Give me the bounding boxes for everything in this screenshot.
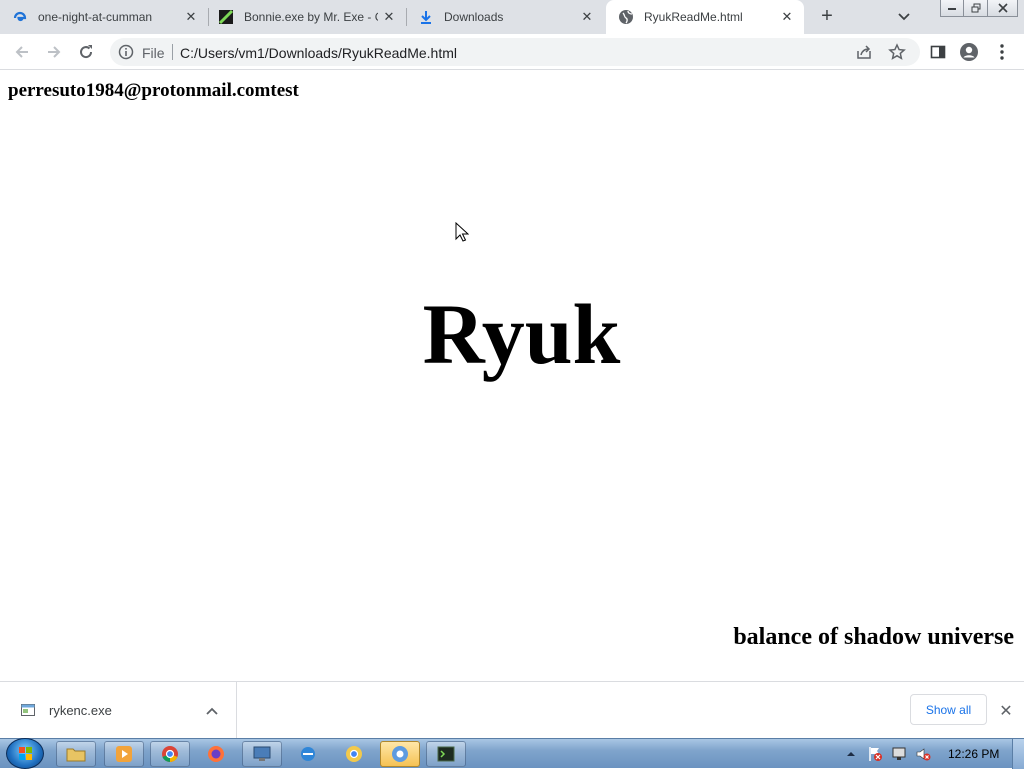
close-icon[interactable]: ✕ [780, 9, 794, 24]
reload-button[interactable] [76, 42, 96, 62]
tab-title: one-night-at-cumman [38, 10, 153, 24]
firefox-icon [208, 746, 224, 762]
network-icon[interactable] [891, 746, 907, 762]
page-motto: balance of shadow universe [733, 624, 1014, 650]
tab-ryukreadme[interactable]: RyukReadMe.html ✕ [606, 0, 804, 34]
itch-icon [218, 9, 234, 25]
minimize-button[interactable] [940, 0, 964, 17]
chevron-up-icon[interactable] [204, 703, 220, 719]
download-file-name: rykenc.exe [49, 703, 112, 718]
tab-title: RyukReadMe.html [644, 10, 743, 24]
forward-button[interactable] [44, 42, 64, 62]
taskbar-terminal[interactable] [426, 741, 466, 767]
close-icon[interactable]: ✕ [997, 702, 1015, 720]
edge-like-icon [12, 9, 28, 25]
computer-icon [253, 746, 271, 761]
chevron-down-icon[interactable] [895, 8, 913, 26]
windows-taskbar: 12:26 PM [0, 738, 1024, 769]
tab-title: Downloads [444, 10, 504, 24]
profile-avatar-icon[interactable] [959, 42, 979, 62]
volume-muted-icon[interactable] [915, 746, 931, 762]
side-panel-icon[interactable] [928, 42, 948, 62]
tab-one-night-at-cumman[interactable]: one-night-at-cumman ✕ [12, 0, 208, 34]
chrome-icon [162, 746, 178, 763]
info-icon[interactable] [118, 44, 134, 60]
folder-icon [66, 748, 86, 762]
bookmark-star-icon[interactable] [888, 43, 906, 61]
close-window-button[interactable] [988, 0, 1018, 17]
browser-toolbar: File C:/Users/vm1/Downloads/RyukReadMe.h… [0, 34, 1024, 70]
kebab-menu-icon[interactable] [992, 42, 1012, 62]
tab-strip: one-night-at-cumman ✕ Bonnie.exe by Mr. … [0, 0, 1024, 34]
tab-title: Bonnie.exe by Mr. Exe - G [244, 10, 378, 24]
action-center-flag-icon[interactable] [867, 746, 883, 762]
taskbar-chrome[interactable] [150, 741, 190, 767]
taskbar-clock[interactable]: 12:26 PM [948, 747, 999, 761]
mouse-pointer-icon [455, 221, 470, 242]
taskbar-ie[interactable] [288, 741, 328, 767]
chrome-icon [392, 746, 408, 762]
tab-separator [406, 8, 407, 26]
tray-expand-icon[interactable] [846, 749, 856, 759]
contact-email: perresuto1984@protonmail.comtest [8, 80, 299, 101]
tab-bonnie-exe[interactable]: Bonnie.exe by Mr. Exe - G ✕ [218, 0, 406, 34]
show-desktop-button[interactable] [1012, 739, 1024, 769]
omnibox-divider [172, 44, 173, 60]
start-button[interactable] [6, 738, 44, 769]
taskbar-chrome-canary[interactable] [334, 741, 374, 767]
share-icon[interactable] [856, 44, 872, 60]
taskbar-computer[interactable] [242, 741, 282, 767]
tab-downloads[interactable]: Downloads ✕ [418, 0, 606, 34]
taskbar-explorer[interactable] [56, 741, 96, 767]
window-controls [940, 0, 1018, 17]
close-icon[interactable]: ✕ [580, 9, 594, 24]
close-icon[interactable]: ✕ [382, 9, 396, 24]
download-shelf: rykenc.exe Show all ✕ [0, 681, 1024, 739]
taskbar-chrome-active[interactable] [380, 741, 420, 767]
address-bar[interactable]: File C:/Users/vm1/Downloads/RyukReadMe.h… [110, 38, 920, 66]
terminal-icon [437, 746, 455, 762]
taskbar-media-player[interactable] [104, 741, 144, 767]
close-icon[interactable]: ✕ [184, 9, 198, 24]
scheme-label: File [142, 45, 165, 61]
page-headline: Ryuk [422, 286, 621, 382]
back-button[interactable] [12, 42, 32, 62]
taskbar-firefox[interactable] [196, 741, 236, 767]
exe-file-icon [20, 702, 36, 718]
tab-separator [208, 8, 209, 26]
new-tab-button[interactable]: + [816, 5, 838, 27]
chrome-canary-icon [346, 746, 362, 762]
page-content: perresuto1984@protonmail.comtest Ryuk ba… [0, 71, 1024, 681]
download-icon [418, 9, 434, 25]
media-player-icon [116, 746, 132, 762]
download-item[interactable]: rykenc.exe [0, 682, 237, 739]
url-text[interactable]: C:/Users/vm1/Downloads/RyukReadMe.html [180, 45, 457, 61]
show-all-button[interactable]: Show all [910, 694, 987, 725]
globe-icon [618, 9, 634, 25]
ie-icon [301, 747, 315, 761]
restore-button[interactable] [964, 0, 988, 17]
